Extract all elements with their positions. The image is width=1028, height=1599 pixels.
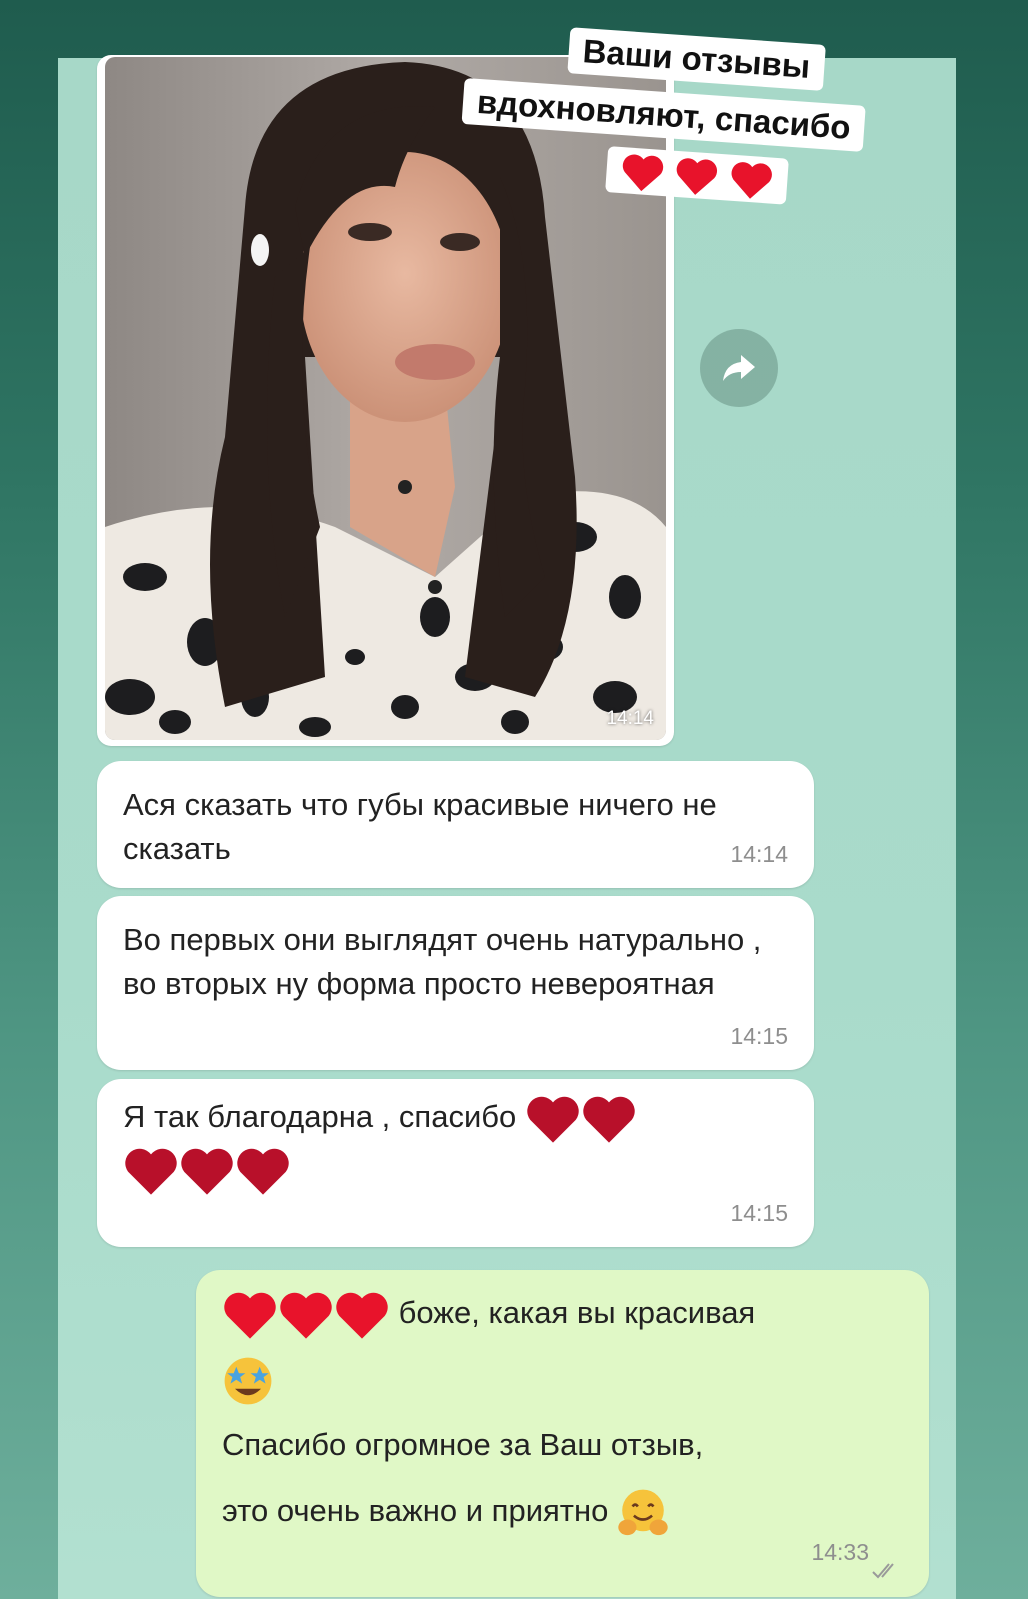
story-sticker: Ваши отзывы вдохновляют, спасибо (456, 8, 989, 244)
message-text: Ася сказать что губы красивые ничего не … (123, 787, 717, 866)
heart-icon (237, 1148, 289, 1195)
heart-icon (731, 162, 772, 199)
star-struck-emoji-icon (224, 1357, 272, 1405)
photo-timestamp: 14:14 (606, 708, 654, 729)
message-timestamp: 14:15 (730, 1200, 788, 1226)
incoming-message[interactable]: Во первых они выглядят очень натурально … (97, 896, 814, 1070)
message-text-line-3: это очень важно и приятно (222, 1493, 609, 1528)
heart-icon (280, 1292, 332, 1339)
message-body: боже, какая вы красивая Спасибо огромное… (222, 1280, 909, 1544)
incoming-message[interactable]: Я так благодарна , спасибо 14:15 (97, 1079, 814, 1247)
hugging-face-emoji-icon (618, 1489, 668, 1535)
incoming-message[interactable]: Ася сказать что губы красивые ничего не … (97, 761, 814, 888)
message-text-line-1: боже, какая вы красивая (398, 1295, 756, 1330)
heart-icon (125, 1148, 177, 1195)
message-timestamp: 14:15 (730, 1023, 788, 1049)
sticker-hearts (605, 146, 789, 205)
sticker-line-1: Ваши отзывы (567, 27, 826, 91)
heart-icon (583, 1096, 635, 1143)
heart-icon (181, 1148, 233, 1195)
outgoing-message[interactable]: боже, какая вы красивая Спасибо огромное… (196, 1270, 929, 1597)
message-text-line-2: Спасибо огромное за Ваш отзыв, (222, 1427, 704, 1462)
message-timestamp: 14:33 (811, 1539, 869, 1565)
heart-icon (224, 1292, 276, 1339)
heart-icon (622, 154, 664, 192)
forward-arrow-icon (723, 355, 755, 381)
double-check-icon (872, 1563, 894, 1579)
heart-icon (527, 1096, 579, 1143)
heart-icon (677, 158, 718, 195)
heart-icon (336, 1292, 388, 1339)
message-body: Я так благодарна , спасибо (123, 1093, 788, 1197)
forward-button[interactable] (700, 329, 778, 407)
message-text: Я так благодарна , спасибо (123, 1099, 517, 1135)
message-timestamp: 14:14 (730, 841, 788, 867)
message-text: Во первых они выглядят очень натурально … (123, 922, 762, 1001)
